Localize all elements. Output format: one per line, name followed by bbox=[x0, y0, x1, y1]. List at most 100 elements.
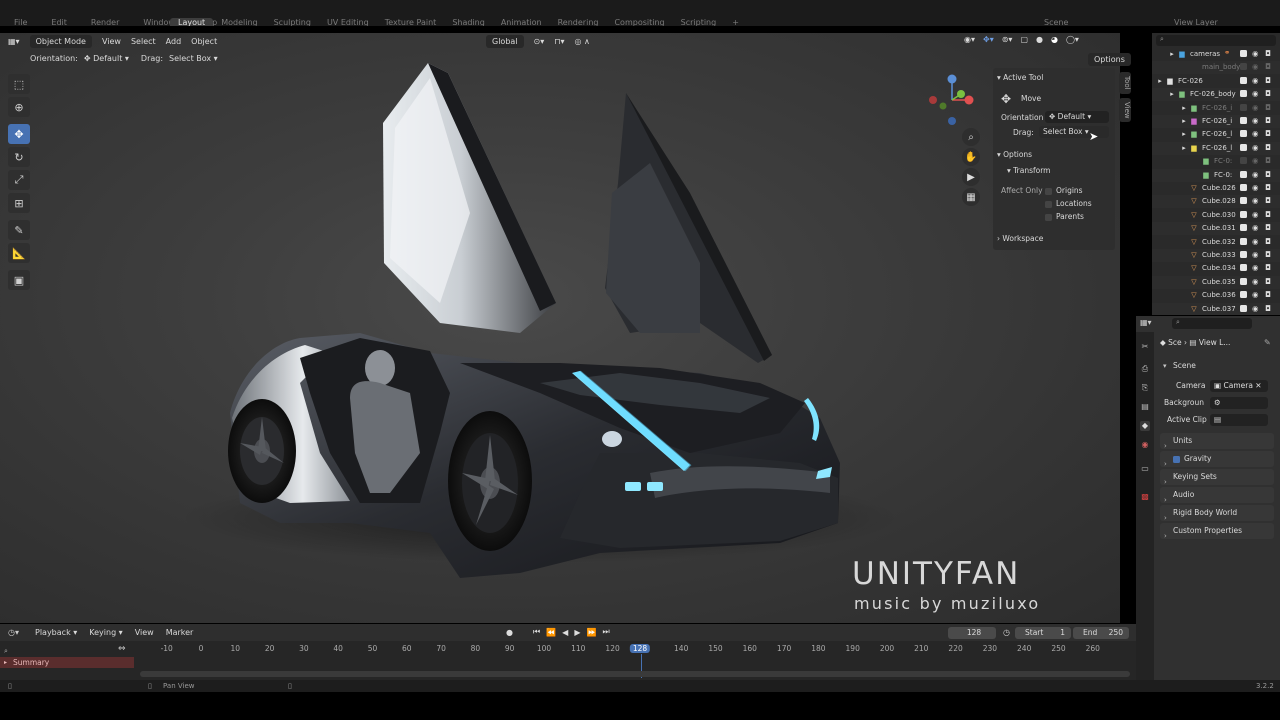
outliner-row[interactable]: ▽ Cube.031 ◉ ◘ bbox=[1152, 222, 1280, 236]
render-camera-icon[interactable]: ◘ bbox=[1265, 183, 1271, 192]
custom-props-section[interactable]: Custom Properties bbox=[1160, 523, 1274, 539]
visibility-eye-icon[interactable]: ◉ bbox=[1252, 170, 1259, 179]
tp-drag-dropdown[interactable]: Select Box ▾ bbox=[1039, 126, 1109, 138]
camera-field[interactable]: ▣ Camera ✕ bbox=[1210, 380, 1268, 392]
visibility-eye-icon[interactable]: ◉ bbox=[1252, 277, 1259, 286]
tab-shading[interactable]: Shading bbox=[444, 18, 493, 26]
exclude-checkbox[interactable] bbox=[1240, 117, 1247, 124]
tp-orientation-dropdown[interactable]: ✥ Default ▾ bbox=[1045, 111, 1109, 123]
gizmo-icon[interactable]: ✥▾ bbox=[983, 35, 994, 44]
expand-chevron-icon[interactable] bbox=[1180, 305, 1188, 313]
pin-icon[interactable]: ✎ bbox=[1264, 338, 1271, 347]
render-camera-icon[interactable]: ◘ bbox=[1265, 210, 1271, 219]
render-camera-icon[interactable]: ◘ bbox=[1265, 156, 1271, 165]
timeline-editor-icon[interactable]: ◷▾ bbox=[8, 628, 19, 637]
orientation-dropdown[interactable]: ✥ Default ▾ bbox=[84, 54, 129, 63]
expand-chevron-icon[interactable] bbox=[1180, 184, 1188, 192]
audio-section[interactable]: Audio bbox=[1160, 487, 1274, 503]
exclude-checkbox[interactable] bbox=[1240, 170, 1247, 178]
shading-material-icon[interactable]: ◕ bbox=[1051, 35, 1058, 44]
tool-props-icon[interactable]: ✂ bbox=[1140, 342, 1150, 352]
viewlayer-props-icon[interactable]: ▤ bbox=[1140, 402, 1150, 412]
outliner-row[interactable]: ▽ Cube.034 ◉ ◘ bbox=[1152, 262, 1280, 275]
expand-chevron-icon[interactable]: ▸ bbox=[1168, 90, 1176, 98]
xray-icon[interactable]: ▢ bbox=[1020, 35, 1028, 44]
rotate-tool-icon[interactable]: ↻ bbox=[8, 147, 30, 167]
visibility-eye-icon[interactable]: ◉ bbox=[1252, 304, 1259, 313]
exclude-checkbox[interactable] bbox=[1240, 251, 1247, 258]
scene-props-icon[interactable]: ◆ bbox=[1140, 421, 1150, 431]
end-frame-field[interactable]: End 250 bbox=[1073, 627, 1129, 639]
record-icon[interactable]: ● bbox=[506, 628, 513, 637]
exclude-checkbox[interactable] bbox=[1240, 197, 1247, 205]
editor-type-icon[interactable]: ▦▾ bbox=[8, 37, 20, 46]
render-camera-icon[interactable]: ◘ bbox=[1265, 237, 1271, 246]
exclude-checkbox[interactable] bbox=[1240, 304, 1247, 312]
annotate-tool-icon[interactable]: ✎ bbox=[8, 220, 30, 240]
menu-add[interactable]: Add bbox=[166, 37, 182, 46]
tab-animation[interactable]: Animation bbox=[493, 18, 550, 26]
expand-chevron-icon[interactable]: ▸ bbox=[1168, 50, 1176, 58]
world-props-icon[interactable]: ◉ bbox=[1140, 440, 1150, 450]
play-icon[interactable]: ▶ bbox=[574, 628, 580, 637]
exclude-checkbox[interactable] bbox=[1240, 264, 1247, 272]
menu-select[interactable]: Select bbox=[131, 37, 156, 46]
measure-tool-icon[interactable]: 📐 bbox=[8, 243, 30, 263]
navigation-gizmo[interactable] bbox=[925, 72, 975, 128]
ortho-grid-icon[interactable]: ▦ bbox=[962, 188, 980, 206]
exclude-checkbox[interactable] bbox=[1240, 157, 1247, 165]
exclude-checkbox[interactable] bbox=[1240, 103, 1247, 111]
outliner-row[interactable]: ▽ Cube.028 ◉ ◘ bbox=[1152, 195, 1280, 209]
pivot-icon[interactable]: ⊙▾ bbox=[534, 37, 545, 46]
tab-rendering[interactable]: Rendering bbox=[550, 18, 607, 26]
render-camera-icon[interactable]: ◘ bbox=[1265, 170, 1271, 179]
active-tool-header[interactable]: ▾ Active Tool bbox=[997, 73, 1043, 82]
tab-uv-editing[interactable]: UV Editing bbox=[319, 18, 377, 26]
render-camera-icon[interactable]: ◘ bbox=[1265, 143, 1271, 152]
tab-texture-paint[interactable]: Texture Paint bbox=[377, 18, 445, 26]
props-search[interactable]: ⌕ bbox=[1172, 318, 1252, 329]
output-props-icon[interactable]: ⎘ bbox=[1140, 383, 1150, 393]
visibility-eye-icon[interactable]: ◉ bbox=[1252, 156, 1259, 165]
gravity-section[interactable]: Gravity bbox=[1160, 451, 1274, 467]
clock-icon[interactable]: ◷ bbox=[1003, 628, 1010, 637]
keying-sets-section[interactable]: Keying Sets bbox=[1160, 469, 1274, 485]
sidebar-tab-view[interactable]: View bbox=[1119, 98, 1131, 122]
exclude-checkbox[interactable] bbox=[1240, 76, 1247, 84]
outliner-row[interactable]: ▆ FC-0: ◉ ◘ bbox=[1152, 168, 1280, 182]
affect-origins-checkbox[interactable]: Origins bbox=[1045, 186, 1083, 195]
proportional-edit-icon[interactable]: ◎ ∧ bbox=[575, 37, 590, 46]
visibility-eye-icon[interactable]: ◉ bbox=[1252, 129, 1259, 138]
snap-icon[interactable]: ⊓▾ bbox=[554, 37, 564, 46]
expand-chevron-icon[interactable]: ▸ bbox=[1180, 130, 1188, 138]
render-camera-icon[interactable]: ◘ bbox=[1265, 103, 1271, 112]
options-header[interactable]: ▾ Options bbox=[997, 150, 1032, 159]
render-camera-icon[interactable]: ◘ bbox=[1265, 89, 1271, 98]
outliner-row[interactable]: ▸ ▆ FC-026 ◉ ◘ bbox=[1152, 75, 1280, 88]
visibility-eye-icon[interactable]: ◉ bbox=[1252, 196, 1259, 205]
viewlayer-selector[interactable]: View Layer bbox=[1166, 18, 1226, 26]
exclude-checkbox[interactable] bbox=[1240, 277, 1247, 285]
exclude-checkbox[interactable] bbox=[1240, 184, 1247, 191]
exclude-checkbox[interactable] bbox=[1240, 143, 1247, 151]
collection-props-icon[interactable]: ▭ bbox=[1140, 464, 1150, 474]
camera-view-icon[interactable]: ▶ bbox=[962, 168, 980, 186]
visibility-eye-icon[interactable]: ◉ bbox=[1252, 183, 1259, 192]
workspace-header[interactable]: › Workspace bbox=[997, 234, 1043, 243]
mode-dropdown[interactable]: Object Mode bbox=[29, 35, 92, 48]
exclude-checkbox[interactable] bbox=[1240, 291, 1247, 299]
outliner-row[interactable]: ▸ ▆ FC-026_l ◉ ◘ bbox=[1152, 128, 1280, 141]
render-camera-icon[interactable]: ◘ bbox=[1265, 129, 1271, 138]
transform-header[interactable]: ▾ Transform bbox=[1007, 166, 1050, 175]
cursor-tool-icon[interactable]: ⊕ bbox=[8, 97, 30, 117]
scale-tool-icon[interactable]: ⤢ bbox=[8, 170, 30, 190]
visibility-eye-icon[interactable]: ◉ bbox=[1252, 290, 1259, 299]
visibility-eye-icon[interactable]: ◉ bbox=[1252, 76, 1259, 85]
expand-chevron-icon[interactable] bbox=[1180, 238, 1188, 246]
outliner-row[interactable]: ▽ Cube.026 ◉ ◘ bbox=[1152, 182, 1280, 195]
exclude-checkbox[interactable] bbox=[1240, 237, 1247, 245]
exclude-checkbox[interactable] bbox=[1240, 90, 1247, 98]
exclude-checkbox[interactable] bbox=[1240, 130, 1247, 138]
exclude-checkbox[interactable] bbox=[1240, 63, 1247, 71]
expand-chevron-icon[interactable]: ▸ bbox=[1156, 77, 1164, 85]
